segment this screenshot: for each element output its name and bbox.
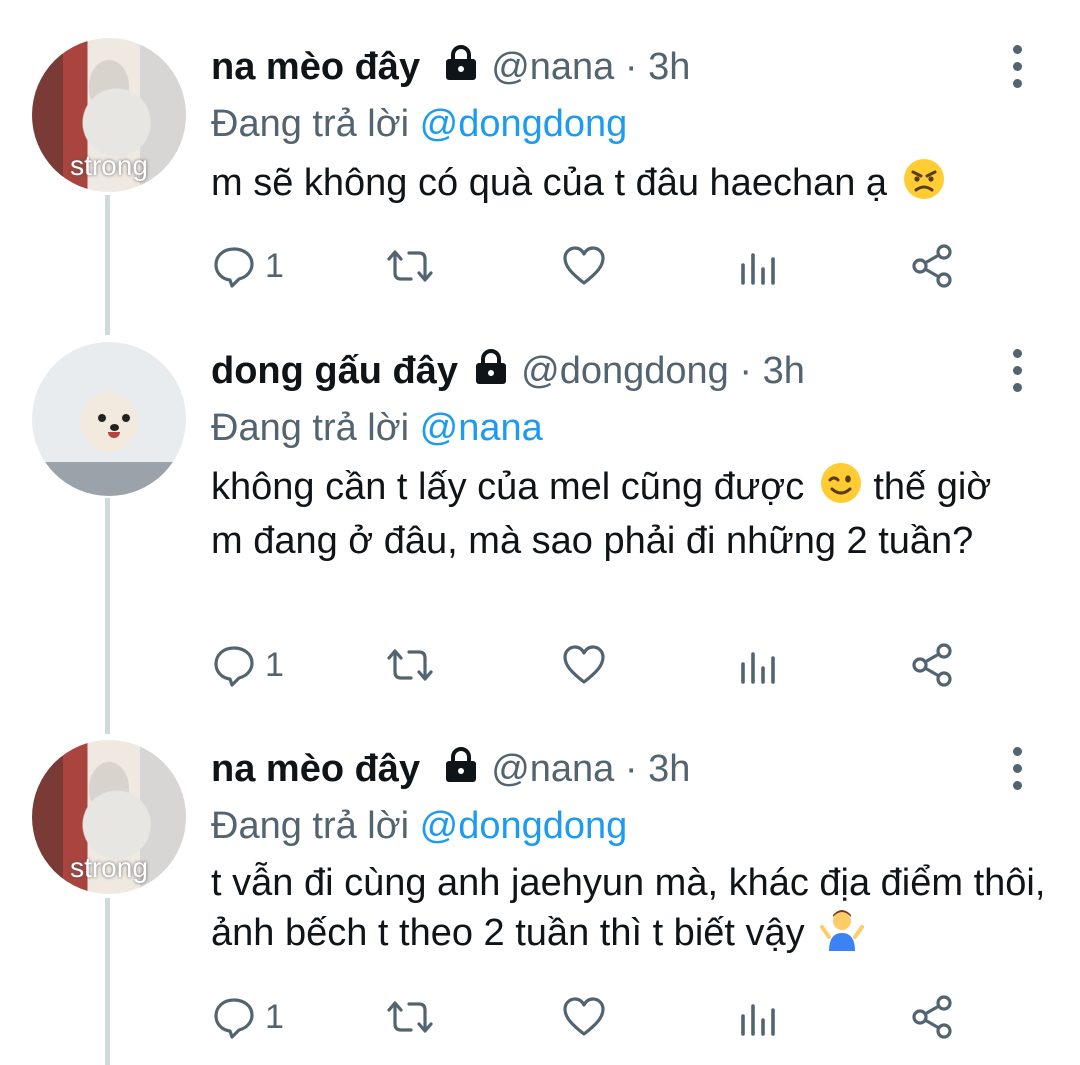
like-button[interactable] bbox=[561, 635, 607, 695]
retweet-icon bbox=[387, 1001, 433, 1033]
reply-button[interactable]: 1 bbox=[211, 987, 284, 1047]
reply-icon bbox=[214, 998, 254, 1039]
analytics-icon bbox=[741, 1004, 775, 1036]
share-button[interactable] bbox=[909, 635, 955, 695]
more-options-icon[interactable] bbox=[1003, 341, 1033, 401]
handle[interactable]: @nana bbox=[491, 748, 614, 790]
display-name[interactable]: na mèo đây bbox=[211, 748, 420, 790]
heart-icon bbox=[563, 645, 605, 684]
reply-icon bbox=[214, 247, 254, 288]
person-shrugging-icon bbox=[819, 907, 865, 963]
replying-prefix: Đang trả lời bbox=[211, 805, 410, 847]
tweet-text-content: m sẽ không có quà của t đâu haechan ạ bbox=[211, 162, 888, 204]
handle[interactable]: @dongdong bbox=[521, 350, 729, 392]
reply-button[interactable]: 1 bbox=[211, 236, 284, 296]
tweet-text: t vẫn đi cùng anh jaehyun mà, khác địa đ… bbox=[211, 859, 1051, 963]
retweet-button[interactable] bbox=[383, 236, 437, 296]
tweet-actions: 1 bbox=[211, 236, 971, 296]
bear-avatar-face bbox=[84, 404, 144, 448]
tweet-actions: 1 bbox=[211, 987, 971, 1047]
replying-to: Đang trả lời @dongdong bbox=[211, 97, 1031, 151]
tweet-header: dong gấu đây @dongdong · 3h bbox=[211, 341, 1031, 401]
retweet-button[interactable] bbox=[383, 987, 437, 1047]
tweet-header: na mèo đây @nana · 3h bbox=[211, 37, 1031, 97]
tweet[interactable]: dong gấu đây @dongdong · 3h Đang trả lời… bbox=[0, 330, 1080, 730]
tweet-text-content: t vẫn đi cùng anh jaehyun mà, khác địa đ… bbox=[211, 862, 1046, 954]
analytics-button[interactable] bbox=[739, 635, 779, 695]
tweet[interactable]: strong na mèo đây @nana · 3h Đang trả lờ… bbox=[0, 730, 1080, 1065]
avatar[interactable]: strong bbox=[32, 38, 186, 192]
tweet-text: không cần t lấy của mel cũng được thế gi… bbox=[211, 461, 1011, 565]
heart-icon bbox=[563, 246, 605, 285]
retweet-icon bbox=[387, 250, 433, 282]
analytics-icon bbox=[741, 253, 775, 285]
winking-face-icon bbox=[819, 461, 863, 517]
analytics-button[interactable] bbox=[739, 987, 779, 1047]
timestamp[interactable]: 3h bbox=[648, 46, 690, 88]
share-icon bbox=[912, 244, 952, 288]
retweet-button[interactable] bbox=[383, 635, 437, 695]
lock-icon bbox=[441, 743, 481, 803]
reply-icon bbox=[214, 646, 254, 687]
share-icon bbox=[912, 995, 952, 1039]
mention-link[interactable]: @dongdong bbox=[420, 103, 628, 145]
share-button[interactable] bbox=[909, 236, 955, 296]
more-options-icon[interactable] bbox=[1003, 739, 1033, 799]
separator-dot: · bbox=[739, 350, 752, 392]
replying-prefix: Đang trả lời bbox=[211, 407, 410, 449]
mention-link[interactable]: @dongdong bbox=[420, 805, 628, 847]
replying-to: Đang trả lời @nana bbox=[211, 401, 1031, 455]
reply-count: 1 bbox=[265, 645, 284, 684]
lock-icon bbox=[441, 41, 481, 101]
tweet[interactable]: strong na mèo đây @nana · 3h Đang trả lờ… bbox=[0, 0, 1080, 330]
handle[interactable]: @nana bbox=[491, 46, 614, 88]
reply-count: 1 bbox=[265, 997, 284, 1036]
replying-prefix: Đang trả lời bbox=[211, 103, 410, 145]
timestamp[interactable]: 3h bbox=[648, 748, 690, 790]
lock-icon bbox=[471, 345, 511, 405]
display-name[interactable]: na mèo đây bbox=[211, 46, 420, 88]
separator-dot: · bbox=[624, 46, 638, 88]
share-icon bbox=[912, 643, 952, 687]
replying-to: Đang trả lời @dongdong bbox=[211, 799, 1031, 853]
timestamp[interactable]: 3h bbox=[763, 350, 805, 392]
tweet-actions: 1 bbox=[211, 635, 971, 695]
avatar[interactable]: strong bbox=[32, 740, 186, 894]
avatar-label: strong bbox=[70, 150, 148, 181]
analytics-button[interactable] bbox=[739, 236, 779, 296]
tweet-header: na mèo đây @nana · 3h bbox=[211, 739, 1031, 799]
display-name[interactable]: dong gấu đây bbox=[211, 350, 458, 392]
mention-link[interactable]: @nana bbox=[420, 407, 543, 449]
share-button[interactable] bbox=[909, 987, 955, 1047]
avatar[interactable] bbox=[32, 342, 186, 496]
like-button[interactable] bbox=[561, 236, 607, 296]
analytics-icon bbox=[741, 652, 775, 684]
avatar-label: strong bbox=[70, 852, 148, 883]
separator-dot: · bbox=[624, 748, 638, 790]
heart-icon bbox=[563, 997, 605, 1036]
reply-button[interactable]: 1 bbox=[211, 635, 284, 695]
reply-count: 1 bbox=[265, 246, 284, 285]
tweet-text: m sẽ không có quà của t đâu haechan ạ bbox=[211, 157, 1031, 213]
tweet-text-content: không cần t lấy của mel cũng được bbox=[211, 466, 805, 508]
angry-face-icon bbox=[902, 157, 946, 213]
like-button[interactable] bbox=[561, 987, 607, 1047]
more-options-icon[interactable] bbox=[1003, 37, 1033, 97]
retweet-icon bbox=[387, 649, 433, 681]
